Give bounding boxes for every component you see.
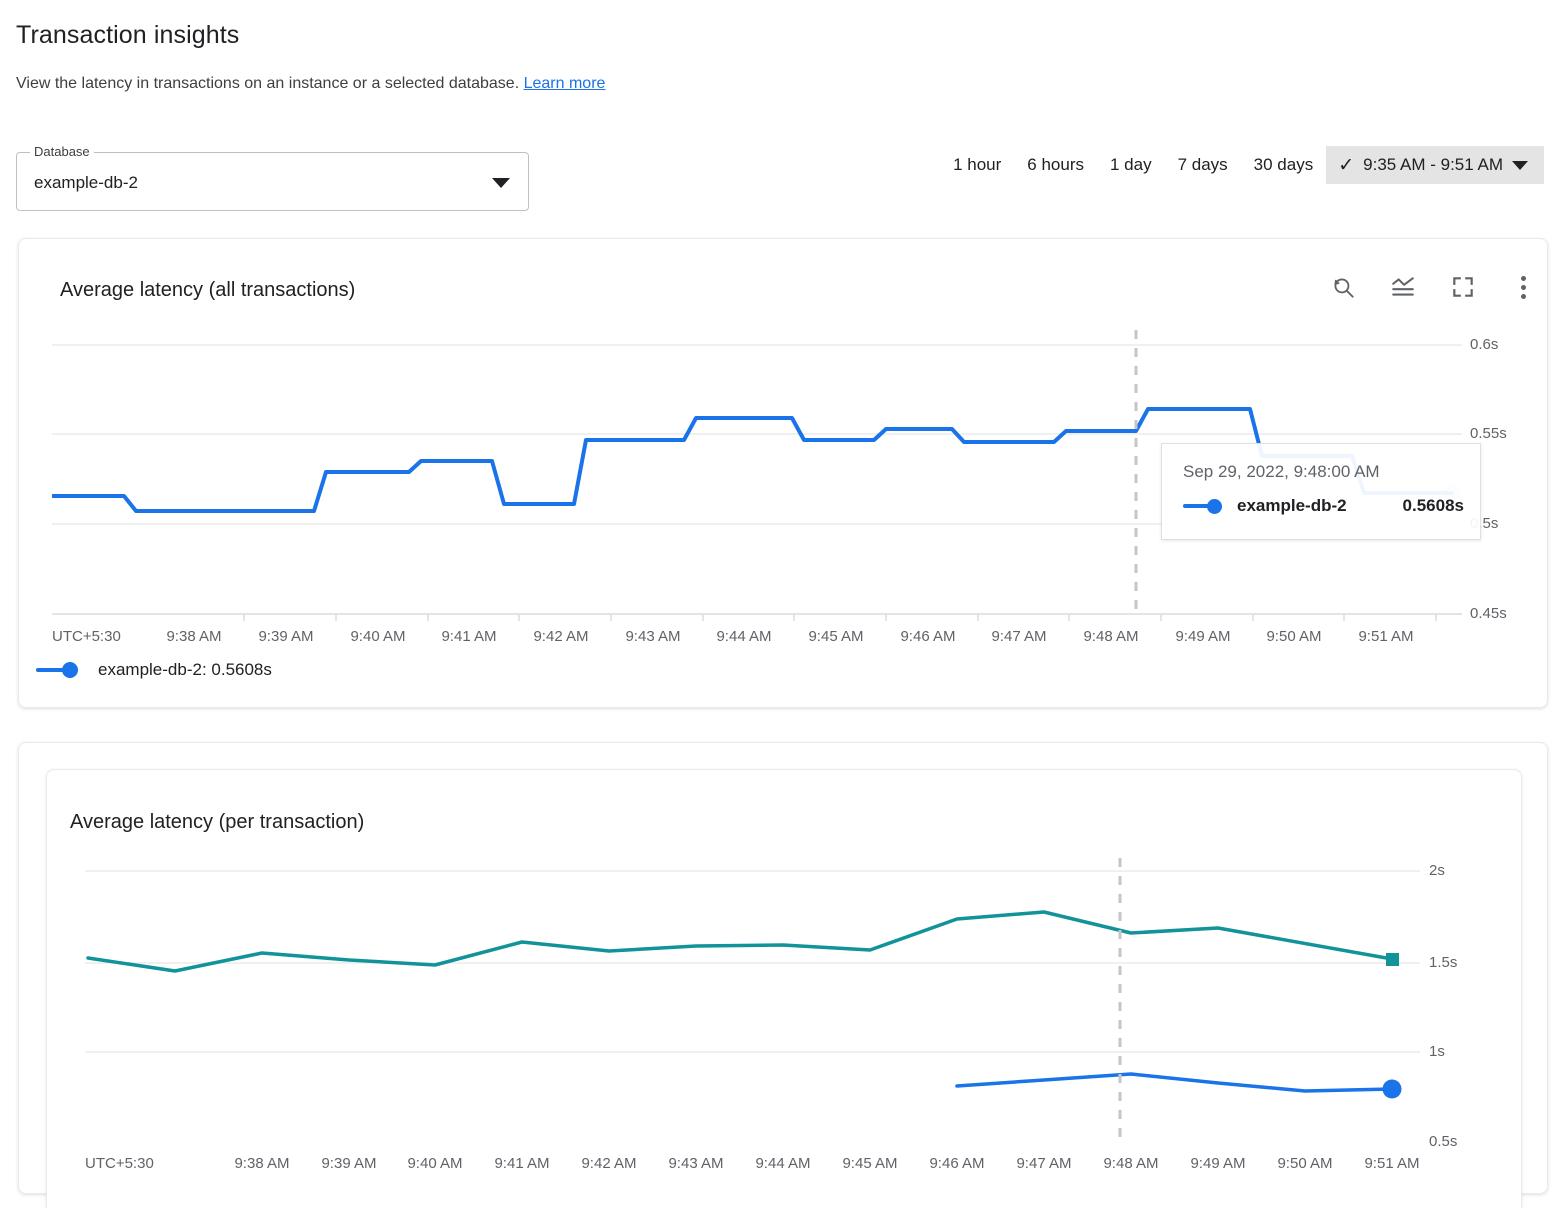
chart2-xtick-3: 9:41 AM [476, 1155, 568, 1173]
range-option-6-hours[interactable]: 6 hours [1014, 146, 1097, 184]
custom-range-button[interactable]: ✓ 9:35 AM - 9:51 AM [1326, 146, 1544, 184]
chart1-xtick-0: 9:38 AM [148, 628, 240, 646]
chart1-xaxis-ticks [244, 614, 1436, 621]
chart2-xtick-6: 9:44 AM [737, 1155, 829, 1173]
chart1-xtick-11: 9:49 AM [1157, 628, 1249, 646]
more-options-icon[interactable] [1508, 272, 1538, 302]
chart2-teal-end-marker [1386, 953, 1399, 966]
chart1-xtick-3: 9:41 AM [423, 628, 515, 646]
chart2-xtick-5: 9:43 AM [650, 1155, 742, 1173]
chart1-title: Average latency (all transactions) [60, 276, 355, 304]
chevron-down-icon[interactable] [492, 178, 510, 188]
chart1-xtick-12: 9:50 AM [1248, 628, 1340, 646]
chart1-xtick-1: 9:39 AM [240, 628, 332, 646]
chart1-tooltip: Sep 29, 2022, 9:48:00 AM example-db-2 0.… [1161, 443, 1481, 540]
range-option-1-hour[interactable]: 1 hour [940, 146, 1014, 184]
database-select[interactable]: Database example-db-2 [16, 152, 529, 211]
chart2-svg [85, 858, 1420, 1140]
chart2-xtick-2: 9:40 AM [389, 1155, 481, 1173]
chart2-series-blue [957, 1074, 1392, 1091]
chart2-timezone-label: UTC+5:30 [85, 1155, 154, 1173]
chart1-xtick-9: 9:47 AM [973, 628, 1065, 646]
tooltip-date: Sep 29, 2022, 9:48:00 AM [1183, 461, 1380, 483]
chart1-ytick-3: 0.45s [1470, 606, 1507, 622]
chart1-xtick-13: 9:51 AM [1340, 628, 1432, 646]
chart2-xtick-11: 9:49 AM [1172, 1155, 1264, 1173]
chart2-blue-end-marker [1383, 1080, 1402, 1099]
reset-zoom-icon[interactable] [1328, 272, 1358, 302]
subtitle-text: View the latency in transactions on an i… [16, 75, 519, 92]
chart2-ytick-3: 0.5s [1429, 1134, 1457, 1150]
chart2-xtick-0: 9:38 AM [216, 1155, 308, 1173]
chart2-xtick-13: 9:51 AM [1346, 1155, 1438, 1173]
chart1-ytick-0: 0.6s [1470, 337, 1498, 353]
chart1-xtick-10: 9:48 AM [1065, 628, 1157, 646]
page-title: Transaction insights [16, 18, 239, 52]
range-option-7-days[interactable]: 7 days [1165, 146, 1241, 184]
chart1-xtick-6: 9:44 AM [698, 628, 790, 646]
learn-more-link[interactable]: Learn more [524, 75, 606, 92]
chart2-ytick-0: 2s [1429, 863, 1445, 879]
chart2-xtick-10: 9:48 AM [1085, 1155, 1177, 1173]
legend-swatch-icon [36, 662, 86, 678]
chart1-legend[interactable]: example-db-2: 0.5608s [36, 655, 272, 685]
range-option-30-days[interactable]: 30 days [1241, 146, 1327, 184]
chart2-xtick-4: 9:42 AM [563, 1155, 655, 1173]
tooltip-series-swatch-icon [1183, 499, 1229, 513]
check-icon: ✓ [1338, 156, 1354, 175]
database-select-label: Database [30, 144, 94, 160]
legend-label: example-db-2: 0.5608s [98, 660, 272, 680]
chart1-toolbar [1328, 272, 1538, 302]
chart2-xtick-1: 9:39 AM [303, 1155, 395, 1173]
chart2-plot-area[interactable] [85, 858, 1420, 1140]
chart2-xtick-9: 9:47 AM [998, 1155, 1090, 1173]
chart2-xtick-8: 9:46 AM [911, 1155, 1003, 1173]
page-subtitle: View the latency in transactions on an i… [16, 72, 605, 96]
chart1-xtick-5: 9:43 AM [607, 628, 699, 646]
chart2-xtick-7: 9:45 AM [824, 1155, 916, 1173]
chart1-xtick-7: 9:45 AM [790, 628, 882, 646]
chart-lines-icon[interactable] [1388, 272, 1418, 302]
chart2-series-teal [88, 912, 1392, 971]
chart1-timezone-label: UTC+5:30 [52, 628, 121, 646]
chart1-xtick-2: 9:40 AM [332, 628, 424, 646]
chart2-gridlines [85, 871, 1420, 1140]
chart2-xtick-12: 9:50 AM [1259, 1155, 1351, 1173]
tooltip-series-value: 0.5608s [1403, 496, 1464, 516]
tooltip-series-name: example-db-2 [1237, 496, 1347, 516]
chart2-ytick-1: 1.5s [1429, 955, 1457, 971]
tooltip-series-row: example-db-2 0.5608s [1183, 496, 1464, 516]
chart1-ytick-1: 0.55s [1470, 426, 1507, 442]
chevron-down-icon [1512, 161, 1528, 170]
transaction-insights-page: Transaction insights View the latency in… [0, 0, 1566, 1208]
time-range-selector: 1 hour 6 hours 1 day 7 days 30 days ✓ 9:… [940, 146, 1544, 184]
chart2-title: Average latency (per transaction) [70, 808, 364, 836]
chart1-xtick-4: 9:42 AM [515, 628, 607, 646]
database-select-value: example-db-2 [34, 171, 138, 195]
fullscreen-icon[interactable] [1448, 272, 1478, 302]
chart1-xtick-8: 9:46 AM [882, 628, 974, 646]
custom-range-label: 9:35 AM - 9:51 AM [1363, 155, 1503, 175]
chart2-ytick-2: 1s [1429, 1044, 1445, 1060]
range-option-1-day[interactable]: 1 day [1097, 146, 1165, 184]
